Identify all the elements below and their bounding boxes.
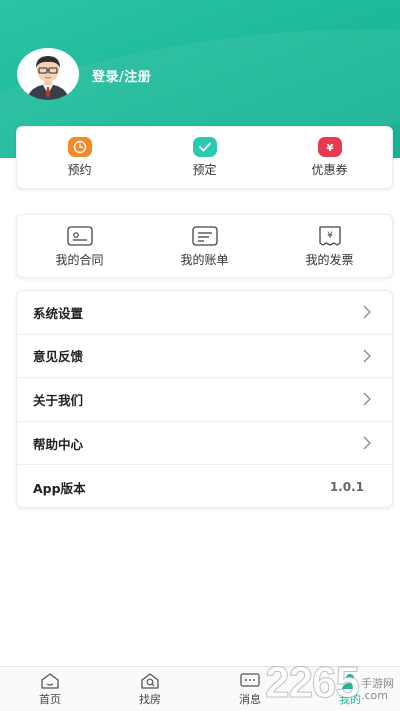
- bottom-tab-bar: 首页 找房 消息 我的: [0, 666, 400, 711]
- tab-home[interactable]: 首页: [0, 667, 100, 711]
- documents-item-label: 我的合同: [55, 252, 104, 267]
- quick-action-booking[interactable]: 预定: [142, 127, 267, 188]
- menu-item-label: 帮助中心: [33, 436, 84, 452]
- chevron-right-icon: [363, 349, 371, 363]
- menu-item-feedback[interactable]: 意见反馈: [17, 335, 392, 379]
- tab-mine[interactable]: 我的: [300, 667, 400, 711]
- menu-item-label: 系统设置: [33, 305, 84, 321]
- settings-menu: 系统设置 意见反馈 关于我们 帮助中心 App版本 1.0.1: [16, 290, 393, 508]
- tab-label: 消息: [239, 692, 261, 706]
- clock-icon: [67, 137, 92, 157]
- tab-messages[interactable]: 消息: [200, 667, 300, 711]
- check-icon: [192, 137, 217, 157]
- menu-item-system-settings[interactable]: 系统设置: [17, 291, 392, 335]
- coupon-icon: ¥: [317, 137, 342, 157]
- invoice-icon: ¥: [318, 225, 341, 246]
- quick-actions-card: 预约 预定 ¥ 优惠券: [16, 126, 393, 189]
- quick-action-label: 预约: [67, 163, 92, 177]
- tab-label: 首页: [39, 692, 61, 706]
- documents-item-bill[interactable]: 我的账单: [142, 215, 267, 277]
- contract-icon: [66, 225, 93, 246]
- chevron-right-icon: [363, 436, 371, 450]
- tab-label: 我的: [339, 692, 361, 706]
- chevron-right-icon: [363, 305, 371, 319]
- avatar[interactable]: [17, 48, 79, 100]
- tab-find-house[interactable]: 找房: [100, 667, 200, 711]
- user-icon: [342, 673, 358, 689]
- message-icon: [240, 672, 260, 687]
- quick-action-appointment[interactable]: 预约: [17, 127, 142, 188]
- quick-action-label: 预定: [192, 163, 217, 177]
- menu-item-label: 关于我们: [33, 392, 84, 408]
- documents-item-invoice[interactable]: ¥ 我的发票: [267, 215, 392, 277]
- documents-card: 我的合同 我的账单 ¥ 我的发票: [16, 214, 393, 278]
- house-search-icon: [141, 672, 159, 689]
- menu-item-help-center[interactable]: 帮助中心: [17, 422, 392, 466]
- chevron-right-icon: [363, 393, 371, 406]
- menu-item-app-version: App版本 1.0.1: [17, 465, 392, 509]
- documents-item-label: 我的发票: [305, 252, 354, 267]
- documents-item-contract[interactable]: 我的合同: [17, 215, 142, 277]
- svg-text:¥: ¥: [327, 231, 333, 241]
- tab-label: 找房: [139, 692, 161, 706]
- quick-action-coupon[interactable]: ¥ 优惠券: [267, 127, 392, 188]
- app-version-value: 1.0.1: [329, 480, 364, 495]
- home-icon: [41, 672, 59, 689]
- menu-item-label: App版本: [33, 480, 86, 496]
- documents-item-label: 我的账单: [180, 252, 229, 267]
- menu-item-label: 意见反馈: [33, 349, 84, 365]
- svg-text:¥: ¥: [326, 143, 333, 154]
- quick-action-label: 优惠券: [311, 163, 348, 177]
- login-register-link[interactable]: 登录/注册: [92, 66, 151, 85]
- menu-item-about-us[interactable]: 关于我们: [17, 378, 392, 422]
- bill-icon: [191, 225, 218, 246]
